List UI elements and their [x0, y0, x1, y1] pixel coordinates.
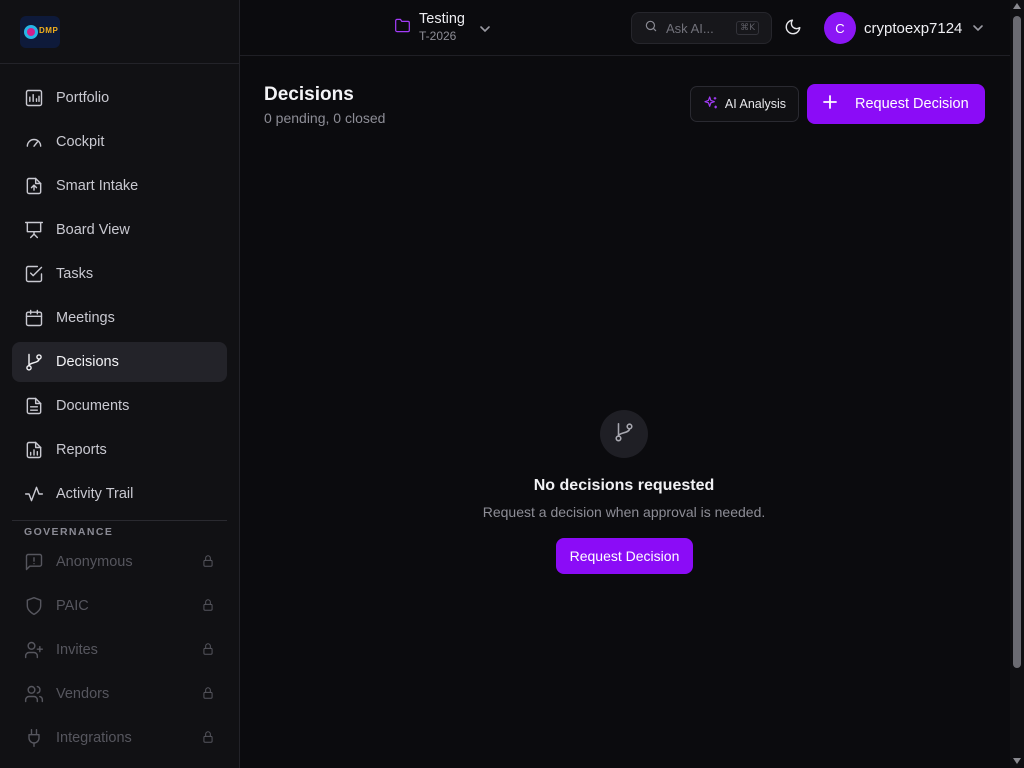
project-switcher[interactable]: Testing T-2026	[394, 10, 491, 44]
avatar: C	[824, 12, 856, 44]
empty-state-title: No decisions requested	[533, 477, 715, 494]
empty-state-icon	[600, 410, 648, 458]
sidebar-item-integrations[interactable]: Integrations	[12, 718, 227, 758]
sidebar-item-label: Board View	[56, 222, 130, 238]
scrollbar[interactable]	[1010, 0, 1024, 768]
moon-icon	[784, 19, 802, 40]
app-logo[interactable]: DMP	[20, 16, 60, 48]
scroll-down-arrow[interactable]	[1013, 758, 1021, 764]
git-branch-icon	[613, 421, 635, 448]
ai-analysis-button[interactable]: AI Analysis	[690, 86, 799, 122]
user-plus-icon	[24, 640, 44, 660]
folder-icon	[394, 18, 411, 38]
search-icon	[644, 19, 658, 38]
shield-icon	[24, 596, 44, 616]
sidebar-item-label: Tasks	[56, 266, 94, 282]
scrollbar-thumb[interactable]	[1013, 16, 1021, 668]
sidebar-item-label: PAIC	[56, 598, 89, 614]
sidebar-item-label: Vendors	[56, 686, 110, 702]
sidebar-item-activity-trail[interactable]: Activity Trail	[12, 474, 227, 514]
sidebar-item-meetings[interactable]: Meetings	[12, 298, 227, 338]
lock-icon	[201, 598, 215, 612]
theme-toggle[interactable]	[784, 18, 804, 38]
document-icon	[24, 396, 44, 416]
sidebar-item-label: Activity Trail	[56, 486, 134, 502]
sparkles-icon	[703, 95, 719, 114]
governance-heading: GOVERNANCE	[24, 526, 114, 538]
file-upload-icon	[24, 176, 44, 196]
sidebar-item-reports[interactable]: Reports	[12, 430, 227, 470]
sidebar-item-label: Decisions	[56, 354, 119, 370]
sidebar-item-label: Integrations	[56, 730, 132, 746]
sidebar-item-vendors[interactable]: Vendors	[12, 674, 227, 714]
sidebar-item-cockpit[interactable]: Cockpit	[12, 122, 227, 162]
request-decision-label: Request Decision	[855, 96, 969, 112]
sidebar-item-invites[interactable]: Invites	[12, 630, 227, 670]
project-name: Testing	[419, 11, 465, 27]
page-title: Decisions	[264, 84, 354, 105]
sidebar-item-board-view[interactable]: Board View	[12, 210, 227, 250]
lock-icon	[201, 642, 215, 656]
presentation-icon	[24, 220, 44, 240]
request-decision-button[interactable]: Request Decision	[807, 84, 985, 124]
ai-analysis-label: AI Analysis	[724, 97, 787, 111]
users-icon	[24, 684, 44, 704]
sidebar-item-label: Smart Intake	[56, 178, 139, 194]
portfolio-icon	[24, 88, 44, 108]
chevron-down-icon	[972, 19, 984, 37]
main-nav: Portfolio Cockpit Smart Intake Board Vie…	[12, 78, 227, 518]
empty-request-decision-button[interactable]: Request Decision	[556, 538, 693, 574]
sidebar: DMP Portfolio Cockpit Smart Intake Board…	[0, 0, 240, 768]
keyboard-shortcut: ⌘K	[736, 21, 759, 35]
lock-icon	[201, 554, 215, 568]
report-icon	[24, 440, 44, 460]
sidebar-item-decisions[interactable]: Decisions	[12, 342, 227, 382]
sidebar-item-tasks[interactable]: Tasks	[12, 254, 227, 294]
sidebar-item-label: Portfolio	[56, 90, 110, 106]
sidebar-item-label: Anonymous	[56, 554, 133, 570]
search-input[interactable]	[666, 20, 736, 36]
sidebar-item-label: Meetings	[56, 310, 115, 326]
sidebar-item-portfolio[interactable]: Portfolio	[12, 78, 227, 118]
calendar-icon	[24, 308, 44, 328]
username: cryptoexp7124	[864, 19, 963, 37]
sidebar-item-smart-intake[interactable]: Smart Intake	[12, 166, 227, 206]
sidebar-item-label: Invites	[56, 642, 98, 658]
message-alert-icon	[24, 552, 44, 572]
empty-state-subtitle: Request a decision when approval is need…	[482, 504, 766, 520]
sidebar-item-documents[interactable]: Documents	[12, 386, 227, 426]
scroll-up-arrow[interactable]	[1013, 3, 1021, 9]
activity-icon	[24, 484, 44, 504]
ask-ai-search[interactable]: ⌘K	[631, 12, 772, 44]
project-code: T-2026	[419, 29, 457, 43]
sidebar-item-paic[interactable]: PAIC	[12, 586, 227, 626]
top-bar: Testing T-2026 ⌘K C cryptoexp7124	[240, 0, 1010, 56]
sidebar-item-anonymous[interactable]: Anonymous	[12, 542, 227, 582]
sidebar-item-label: Reports	[56, 442, 107, 458]
git-branch-icon	[24, 352, 44, 372]
plug-icon	[24, 728, 44, 748]
lock-icon	[201, 686, 215, 700]
plus-icon	[823, 95, 837, 113]
sidebar-item-label: Cockpit	[56, 134, 105, 150]
page-subtitle: 0 pending, 0 closed	[264, 110, 386, 126]
logo-area: DMP	[0, 0, 239, 64]
governance-nav: Anonymous PAIC Invites Vendors Integrati…	[12, 542, 227, 762]
lock-icon	[201, 730, 215, 744]
sidebar-item-label: Documents	[56, 398, 130, 414]
gauge-icon	[24, 132, 44, 152]
user-menu[interactable]: C cryptoexp7124	[824, 12, 984, 44]
divider	[12, 520, 227, 521]
chevron-down-icon	[479, 20, 491, 38]
checkbox-icon	[24, 264, 44, 284]
